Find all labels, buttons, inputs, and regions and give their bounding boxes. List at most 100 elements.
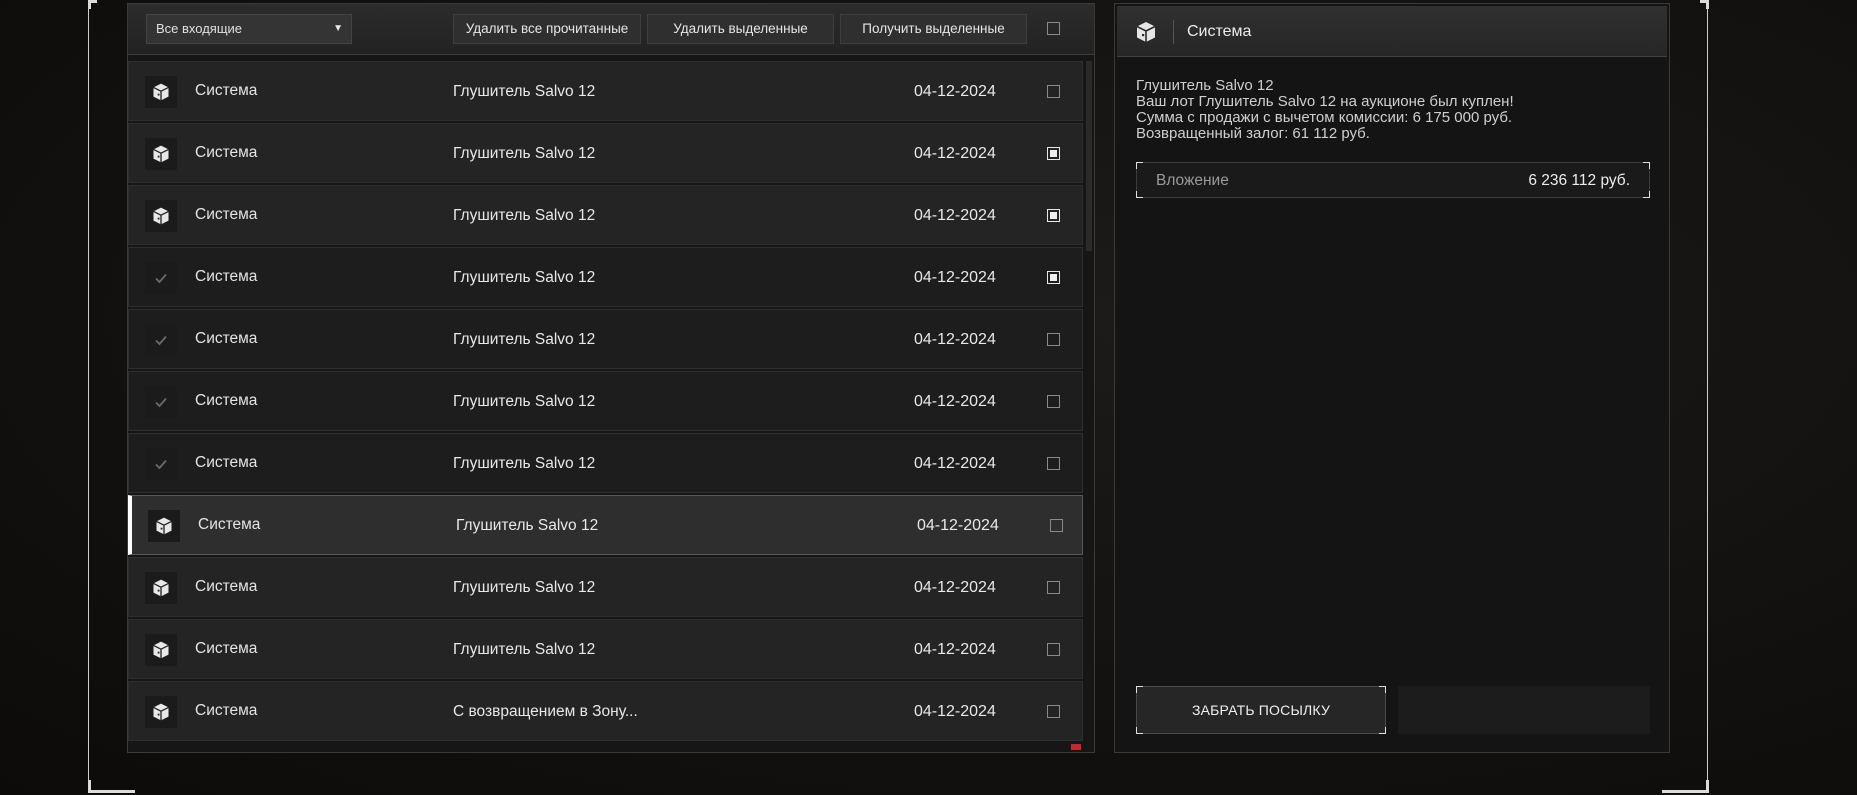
- frame-corner-top-left: [88, 0, 97, 9]
- message-subject: С возвращением в Зону...: [453, 703, 638, 720]
- message-row[interactable]: Система Глушитель Salvo 12 04-12-2024: [128, 185, 1083, 245]
- check-icon: [145, 386, 177, 418]
- message-date: 04-12-2024: [914, 331, 996, 348]
- bracket-corner: [1136, 191, 1143, 198]
- package-icon: [145, 138, 177, 170]
- delete-all-read-button[interactable]: Удалить все прочитанные: [453, 14, 641, 44]
- message-subject: Глушитель Salvo 12: [453, 393, 596, 410]
- inbox-filter-value: Все входящие: [156, 21, 243, 36]
- check-icon: [145, 448, 177, 480]
- bracket-corner: [1643, 162, 1650, 169]
- message-row[interactable]: Система Глушитель Salvo 12 04-12-2024: [128, 247, 1083, 307]
- message-subject: Глушитель Salvo 12: [456, 517, 599, 534]
- delete-selected-button[interactable]: Удалить выделенные: [647, 14, 834, 44]
- row-checkbox[interactable]: [1047, 333, 1060, 346]
- frame-right-line: [1707, 0, 1708, 780]
- row-checkbox[interactable]: [1047, 147, 1060, 160]
- package-icon: [148, 510, 180, 542]
- attachment-value: 6 236 112 руб.: [1528, 172, 1630, 189]
- frame-left-line: [88, 0, 89, 780]
- row-checkbox[interactable]: [1047, 457, 1060, 470]
- message-date: 04-12-2024: [914, 207, 996, 224]
- message-sender: Система: [195, 144, 258, 161]
- message-subject: Глушитель Salvo 12: [453, 331, 596, 348]
- row-checkbox[interactable]: [1047, 209, 1060, 222]
- bracket-corner: [1136, 162, 1143, 169]
- message-subject: Глушитель Salvo 12: [453, 207, 596, 224]
- message-row[interactable]: Система Глушитель Salvo 12 04-12-2024: [128, 371, 1083, 431]
- message-date: 04-12-2024: [914, 83, 996, 100]
- message-sender: Система: [195, 640, 258, 657]
- receive-selected-button[interactable]: Получить выделенные: [840, 14, 1027, 44]
- claim-button-label: ЗАБРАТЬ ПОСЫЛКУ: [1191, 702, 1331, 718]
- row-checkbox[interactable]: [1047, 581, 1060, 594]
- mail-list-panel: Все входящие ▼ Удалить все прочитанные У…: [127, 3, 1095, 753]
- message-row[interactable]: Система Глушитель Salvo 12 04-12-2024: [128, 619, 1083, 679]
- inbox-filter-select[interactable]: Все входящие ▼: [146, 14, 352, 44]
- message-date: 04-12-2024: [917, 517, 999, 534]
- mail-toolbar: Все входящие ▼ Удалить все прочитанные У…: [128, 4, 1094, 55]
- header-divider: [1173, 20, 1174, 44]
- message-line: Ваш лот Глушитель Salvo 12 на аукционе б…: [1136, 93, 1514, 110]
- frame-corner-top-right: [1700, 0, 1709, 9]
- message-row[interactable]: Система Глушитель Salvo 12 04-12-2024: [128, 61, 1083, 121]
- row-checkbox[interactable]: [1047, 85, 1060, 98]
- message-row[interactable]: Система Глушитель Salvo 12 04-12-2024: [128, 433, 1083, 493]
- message-row[interactable]: Система Глушитель Salvo 12 04-12-2024: [128, 309, 1083, 369]
- check-icon: [145, 324, 177, 356]
- package-icon: [145, 76, 177, 108]
- message-body: Глушитель Salvo 12 Ваш лот Глушитель Sal…: [1136, 78, 1514, 142]
- detail-header: Система: [1117, 6, 1667, 57]
- detail-sender: Система: [1187, 23, 1252, 40]
- bracket-corner: [1136, 727, 1143, 734]
- dropdown-arrow-icon: ▼: [333, 23, 343, 34]
- message-subject: Глушитель Salvo 12: [453, 269, 596, 286]
- claim-package-button[interactable]: ЗАБРАТЬ ПОСЫЛКУ: [1136, 686, 1386, 734]
- frame-corner-bottom-right: [1662, 780, 1709, 793]
- message-date: 04-12-2024: [914, 641, 996, 658]
- message-row[interactable]: Система Глушитель Salvo 12 04-12-2024: [128, 123, 1083, 183]
- message-subject: Глушитель Salvo 12: [453, 145, 596, 162]
- message-sender: Система: [195, 82, 258, 99]
- package-icon: [145, 572, 177, 604]
- message-row[interactable]: Система Глушитель Salvo 12 04-12-2024: [128, 495, 1083, 555]
- row-checkbox[interactable]: [1047, 643, 1060, 656]
- message-sender: Система: [195, 454, 258, 471]
- select-all-checkbox[interactable]: [1047, 22, 1060, 35]
- message-date: 04-12-2024: [914, 703, 996, 720]
- frame-corner-bottom-left: [88, 780, 135, 793]
- row-checkbox[interactable]: [1050, 519, 1063, 532]
- message-date: 04-12-2024: [914, 269, 996, 286]
- bracket-corner: [1379, 686, 1386, 693]
- message-sender: Система: [198, 516, 261, 533]
- package-icon: [145, 634, 177, 666]
- attachment-box: Вложение 6 236 112 руб.: [1136, 162, 1650, 198]
- message-sender: Система: [195, 702, 258, 719]
- message-line: Возвращенный залог: 61 112 руб.: [1136, 125, 1370, 142]
- row-checkbox[interactable]: [1047, 395, 1060, 408]
- row-checkbox[interactable]: [1047, 705, 1060, 718]
- row-checkbox[interactable]: [1047, 271, 1060, 284]
- message-date: 04-12-2024: [914, 579, 996, 596]
- check-icon: [145, 262, 177, 294]
- bracket-corner: [1136, 686, 1143, 693]
- scrollbar[interactable]: [1086, 61, 1092, 251]
- attachment-label: Вложение: [1156, 172, 1229, 189]
- package-icon: [145, 696, 177, 728]
- scroll-end-marker: [1071, 744, 1081, 750]
- message-date: 04-12-2024: [914, 393, 996, 410]
- message-subject: Глушитель Salvo 12: [453, 455, 596, 472]
- message-subject: Глушитель Salvo 12: [453, 83, 596, 100]
- message-row[interactable]: Система Глушитель Salvo 12 04-12-2024: [128, 557, 1083, 617]
- package-icon: [145, 200, 177, 232]
- message-subject: Глушитель Salvo 12: [453, 579, 596, 596]
- message-subject: Глушитель Salvo 12: [453, 641, 596, 658]
- message-sender: Система: [195, 392, 258, 409]
- message-sender: Система: [195, 330, 258, 347]
- secondary-action-slot: [1398, 686, 1650, 734]
- bracket-corner: [1379, 727, 1386, 734]
- message-row[interactable]: Система С возвращением в Зону... 04-12-202…: [128, 681, 1083, 741]
- message-line: Глушитель Salvo 12: [1136, 77, 1274, 94]
- message-date: 04-12-2024: [914, 145, 996, 162]
- message-line: Сумма с продажи с вычетом комиссии: 6 17…: [1136, 109, 1513, 126]
